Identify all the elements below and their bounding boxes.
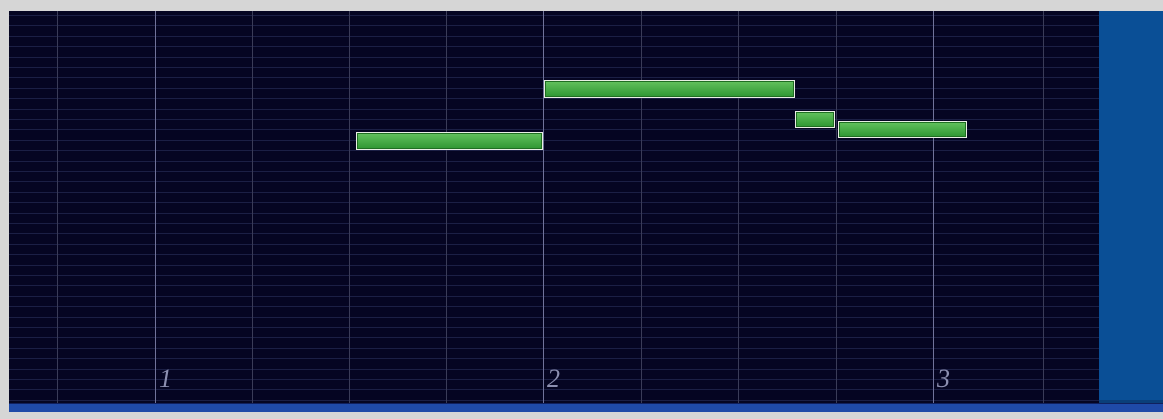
pitch-row-line <box>9 77 1099 78</box>
bar-line-3 <box>933 11 934 403</box>
midi-note[interactable] <box>795 111 835 128</box>
pitch-row-line <box>9 358 1099 359</box>
pitch-row-line <box>9 36 1099 37</box>
pitch-row-line <box>9 223 1099 224</box>
pitch-row-line <box>9 306 1099 307</box>
pitch-row-line <box>9 67 1099 68</box>
pitch-row-line <box>9 15 1099 16</box>
horizontal-scrollbar[interactable] <box>9 403 1163 412</box>
pitch-row-line <box>9 181 1099 182</box>
pitch-row-line <box>9 46 1099 47</box>
pitch-row-line <box>9 327 1099 328</box>
pitch-row-line <box>9 192 1099 193</box>
pitch-row-line <box>9 348 1099 349</box>
pitch-row-line <box>9 98 1099 99</box>
pitch-row-line <box>9 119 1099 120</box>
bar-line-2 <box>543 11 544 403</box>
pitch-row-line <box>9 202 1099 203</box>
pitch-row-line <box>9 254 1099 255</box>
pitch-row-line <box>9 275 1099 276</box>
pitch-row-line <box>9 150 1099 151</box>
pitch-row-line <box>9 285 1099 286</box>
bar-number-2: 2 <box>547 364 560 393</box>
bar-number-3: 3 <box>937 364 950 393</box>
pitch-row-line <box>9 213 1099 214</box>
pitch-row-line <box>9 265 1099 266</box>
beat-line <box>349 11 350 403</box>
pitch-row-line <box>9 400 1099 401</box>
midi-note[interactable] <box>544 80 795 98</box>
pitch-row-line <box>9 317 1099 318</box>
pitch-row-line <box>9 337 1099 338</box>
bar-number-1: 1 <box>159 364 172 393</box>
beat-line <box>836 11 837 403</box>
beat-line <box>1043 11 1044 403</box>
midi-note[interactable] <box>838 121 967 138</box>
beat-line <box>738 11 739 403</box>
pitch-row-line <box>9 233 1099 234</box>
pitch-row-line <box>9 25 1099 26</box>
beat-line <box>57 11 58 403</box>
pitch-row-line <box>9 140 1099 141</box>
piano-roll-grid[interactable]: 1 2 3 <box>9 11 1099 403</box>
pitch-row-line <box>9 109 1099 110</box>
pitch-row-line <box>9 161 1099 162</box>
beat-line <box>641 11 642 403</box>
pitch-row-line <box>9 244 1099 245</box>
pitch-row-line <box>9 296 1099 297</box>
pitch-row-line <box>9 57 1099 58</box>
window-frame: 1 2 3 <box>0 0 1163 419</box>
side-panel <box>1099 11 1163 403</box>
beat-line <box>252 11 253 403</box>
beat-line <box>446 11 447 403</box>
pitch-row-line <box>9 171 1099 172</box>
bar-line-1 <box>155 11 156 403</box>
midi-note[interactable] <box>356 132 543 150</box>
